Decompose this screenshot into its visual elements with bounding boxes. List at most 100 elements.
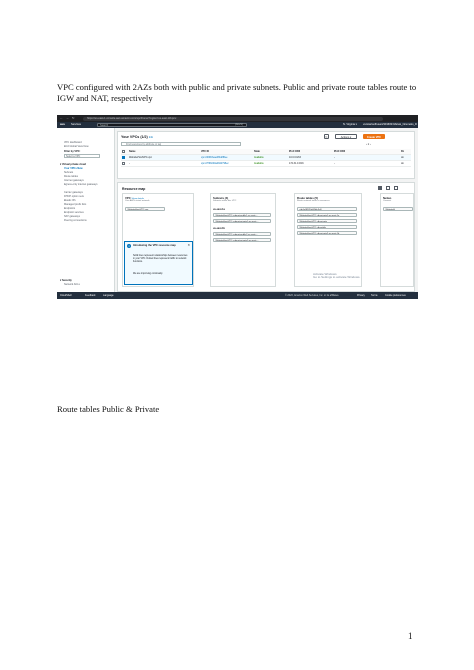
network-card-subtitle: Connect bbox=[383, 200, 392, 202]
resource-map-title: Resource map bbox=[122, 187, 146, 191]
sidebar-item-managed-prefix-lists[interactable]: Managed prefix lists bbox=[64, 203, 86, 206]
subnets-card: Subnets (4) Subnets within this VPC us-e… bbox=[210, 193, 276, 287]
vpc-card-subtitle: Your AWS virtual network bbox=[125, 200, 150, 202]
expand-icon[interactable] bbox=[394, 186, 398, 190]
terms-link[interactable]: Terms bbox=[371, 294, 378, 297]
vpc-filter-select[interactable]: Select a VPC bbox=[64, 154, 100, 158]
vpc-ipv6: – bbox=[334, 156, 336, 159]
forward-icon[interactable]: → bbox=[66, 117, 69, 120]
col-ipv6-cidr[interactable]: IPv6 CIDR bbox=[334, 150, 345, 153]
route-table-chip[interactable]: WebsiteHostVPC-rtb-private1-us-east-1a bbox=[297, 213, 357, 217]
select-all-checkbox[interactable] bbox=[122, 150, 125, 153]
vpc-name: – bbox=[129, 162, 131, 165]
row-checkbox[interactable] bbox=[122, 156, 125, 159]
close-icon[interactable]: ✕ bbox=[187, 243, 190, 247]
cloudshell-link[interactable]: CloudShell bbox=[60, 294, 72, 297]
privacy-link[interactable]: Privacy bbox=[357, 294, 365, 297]
sidebar-item-route-tables[interactable]: Route tables bbox=[64, 175, 78, 178]
vpc-ipv6: – bbox=[334, 162, 336, 165]
sidebar-item-peering-connections[interactable]: Peering connections bbox=[64, 219, 87, 222]
route-table-chip[interactable]: WebsiteHostVPC-rtb-private bbox=[297, 219, 357, 223]
vpc-chip[interactable]: WebsiteHostVPC-vpc bbox=[125, 207, 165, 211]
vpcs-info-link[interactable]: Info bbox=[149, 136, 153, 139]
sidebar-item-endpoints[interactable]: Endpoints bbox=[64, 207, 75, 210]
sidebar-item-carrier-gateways[interactable]: Carrier gateways bbox=[64, 191, 83, 194]
subnets-card-subtitle: Subnets within this VPC bbox=[213, 200, 237, 202]
vpc-state: Available bbox=[254, 162, 264, 165]
info-box-title: Introducing the VPC resource map bbox=[133, 244, 176, 247]
subnet-chip[interactable]: WebsiteHostVPC-subnet-private2-us-east-.… bbox=[213, 238, 271, 242]
virtual-private-cloud-section[interactable]: ▾ Virtual private cloud bbox=[60, 163, 86, 166]
route-tables-card-subtitle: Route network traffic to resources bbox=[297, 200, 330, 202]
network-chip[interactable]: WebsiteH bbox=[383, 207, 413, 211]
refresh-button[interactable]: ↻ bbox=[324, 134, 329, 139]
services-menu[interactable]: Services bbox=[71, 123, 81, 127]
info-box-text: Solid lines represent relationships betw… bbox=[133, 255, 188, 263]
your-vpcs-title: Your VPCs (1/2) Info bbox=[121, 135, 153, 139]
reload-icon[interactable]: ↻ bbox=[72, 117, 75, 120]
vpc-state: Available bbox=[254, 156, 264, 159]
vpc-name: WebsiteHostVPC-vpc bbox=[129, 156, 152, 159]
route-table-chip[interactable]: WebsiteHostVPC-rtb-public bbox=[297, 225, 357, 229]
sidebar-item-network-acls[interactable]: Network ACLs bbox=[64, 283, 80, 286]
list-view-icon[interactable] bbox=[386, 186, 390, 190]
aws-search-input[interactable]: Search bbox=[97, 123, 247, 127]
security-section[interactable]: ▾ Security bbox=[60, 279, 72, 282]
vpc-ipv4: 10.0.0.0/16 bbox=[289, 156, 301, 159]
console-footer: CloudShell Feedback Language © 2023, Ama… bbox=[57, 292, 418, 299]
sidebar-item-vpc-dashboard[interactable]: VPC dashboard bbox=[64, 141, 82, 144]
sidebar-item-internet-gateways[interactable]: Internet gateways bbox=[64, 179, 84, 182]
document-page: VPC configured with 2AZs both with publi… bbox=[0, 0, 474, 670]
vpc-ipv4: 172.31.0.0/16 bbox=[289, 162, 304, 165]
sidebar-item-dhcp-option-sets[interactable]: DHCP option sets bbox=[64, 195, 84, 198]
search-shortcut: [Alt+S] bbox=[235, 123, 243, 126]
sidebar-item-your-vpcs[interactable]: Your VPCs New bbox=[64, 167, 83, 170]
vpc-id-link[interactable]: vpc-0b3f1ffeae0f0d2f8ee bbox=[201, 156, 251, 159]
browser-toolbar: ← → ↻ https://us-east-1.console.aws.amaz… bbox=[57, 115, 418, 122]
your-vpcs-panel: Your VPCs (1/2) Info ↻ Actions ▾ Create … bbox=[117, 131, 415, 179]
back-icon[interactable]: ← bbox=[60, 117, 63, 120]
sidebar-item-subnets[interactable]: Subnets bbox=[64, 171, 73, 174]
refresh-icon: ↻ bbox=[325, 136, 328, 139]
row-checkbox[interactable] bbox=[122, 162, 125, 165]
filter-by-vpc-label: Filter by VPC: bbox=[64, 150, 81, 153]
resource-map-panel: Resource map VPC Show details Your AWS v… bbox=[117, 182, 415, 292]
create-vpc-button[interactable]: Create VPC bbox=[363, 134, 385, 139]
caption-vpc-config: VPC configured with 2AZs both with publi… bbox=[57, 82, 417, 103]
feedback-link[interactable]: Feedback bbox=[85, 294, 96, 297]
address-bar[interactable]: https://us-east-1.console.aws.amazon.com… bbox=[83, 116, 383, 121]
az-label: us-east-1b bbox=[213, 227, 225, 230]
pagination[interactable]: ‹ 1 › bbox=[366, 143, 371, 146]
subnet-chip[interactable]: WebsiteHostVPC-subnet-private1-us-east-.… bbox=[213, 219, 271, 223]
col-state[interactable]: State bbox=[254, 150, 260, 153]
route-table-chip[interactable]: WebsiteHostVPC-rtb-private2-us-east-1b bbox=[297, 231, 357, 235]
cookie-preferences-link[interactable]: Cookie preferences bbox=[385, 294, 406, 297]
language-link[interactable]: Language bbox=[103, 294, 114, 297]
vpc-filter-input[interactable]: Find resources by attribute or tag bbox=[121, 142, 241, 146]
col-vpc-id[interactable]: VPC ID bbox=[201, 150, 209, 153]
az-label: us-east-1a bbox=[213, 208, 225, 211]
sidebar-item-elastic-ips[interactable]: Elastic IPs bbox=[64, 199, 76, 202]
region-selector[interactable]: N. Virginia ▾ bbox=[343, 123, 357, 127]
col-name[interactable]: Name bbox=[129, 150, 136, 153]
sidebar-item-endpoint-services[interactable]: Endpoint services bbox=[64, 211, 84, 214]
account-menu[interactable]: vocstartsoft/user2301603=Melusi_Ncumeko_… bbox=[363, 123, 417, 127]
caption-route-tables: Route tables Public & Private bbox=[57, 404, 160, 414]
aws-logo[interactable]: aws bbox=[60, 123, 65, 127]
route-table-chip[interactable]: rtb-0a9f2f20e8f3dc3a9 bbox=[297, 207, 357, 211]
vpc-dhcp: do bbox=[401, 156, 404, 159]
subnet-chip[interactable]: WebsiteHostVPC-subnet-public2-us-east-..… bbox=[213, 232, 271, 236]
vpc-id-link[interactable]: vpc-07f9b0b0a4b6d798ec bbox=[201, 162, 251, 165]
network-connections-card: Netwo Connect WebsiteH bbox=[380, 193, 414, 287]
sidebar-item-nat-gateways[interactable]: NAT gateways bbox=[64, 215, 80, 218]
col-dhcp[interactable]: DH bbox=[401, 150, 404, 153]
actions-button[interactable]: Actions ▾ bbox=[335, 134, 357, 139]
sidebar-item-ec2-global-view[interactable]: EC2 Global View New bbox=[64, 145, 89, 148]
map-view-icon[interactable] bbox=[378, 186, 382, 190]
vpc-dhcp: do bbox=[401, 162, 404, 165]
subnet-chip[interactable]: WebsiteHostVPC-subnet-public1-us-east-..… bbox=[213, 213, 271, 217]
vpcs-title-text: Your VPCs bbox=[121, 135, 140, 139]
table-row[interactable]: – vpc-07f9b0b0a4b6d798ec Available 172.3… bbox=[121, 161, 411, 167]
sidebar-item-egress-only-gateways[interactable]: Egress-only internet gateways bbox=[64, 183, 110, 186]
col-ipv4-cidr[interactable]: IPv4 CIDR bbox=[289, 150, 300, 153]
